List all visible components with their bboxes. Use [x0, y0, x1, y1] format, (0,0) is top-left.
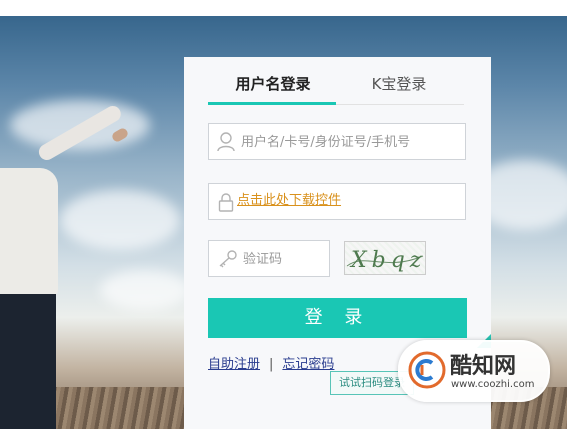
- person-pants: [0, 294, 56, 429]
- captcha-field: [208, 240, 330, 278]
- download-plugin-link[interactable]: 点击此处下载控件: [237, 189, 341, 208]
- watermark-name: 酷知网: [450, 354, 517, 379]
- self-register-link[interactable]: 自助注册: [208, 357, 260, 372]
- user-icon: [217, 132, 235, 156]
- tab-kbao-login[interactable]: K宝登录: [334, 73, 464, 94]
- watermark-url: www.coozhi.com: [451, 379, 535, 390]
- captcha-text: Xbqz: [349, 248, 425, 273]
- tab-username-login[interactable]: 用户名登录: [208, 73, 338, 94]
- active-tab-indicator: [208, 102, 336, 105]
- footer-links: 自助注册 | 忘记密码: [208, 353, 334, 372]
- forgot-password-link[interactable]: 忘记密码: [282, 357, 334, 372]
- key-icon: [218, 250, 238, 272]
- captcha-input[interactable]: [241, 241, 329, 278]
- person-shirt: [0, 168, 58, 296]
- captcha-graphic: Xbqz: [346, 248, 425, 273]
- cloud: [60, 190, 180, 250]
- username-input[interactable]: [239, 124, 463, 161]
- captcha-image[interactable]: Xbqz: [344, 241, 426, 275]
- username-field: [208, 123, 466, 161]
- login-button[interactable]: 登 录: [208, 298, 467, 338]
- watermark: 酷知网 www.coozhi.com: [398, 340, 550, 402]
- coozhi-logo-icon: [408, 351, 446, 389]
- lock-icon: [218, 192, 234, 216]
- password-plugin-field: 点击此处下载控件: [208, 183, 466, 220]
- cloud: [100, 270, 190, 310]
- top-strip: [0, 0, 567, 16]
- link-separator: |: [269, 357, 274, 372]
- login-tabs: 用户名登录 K宝登录: [208, 57, 464, 105]
